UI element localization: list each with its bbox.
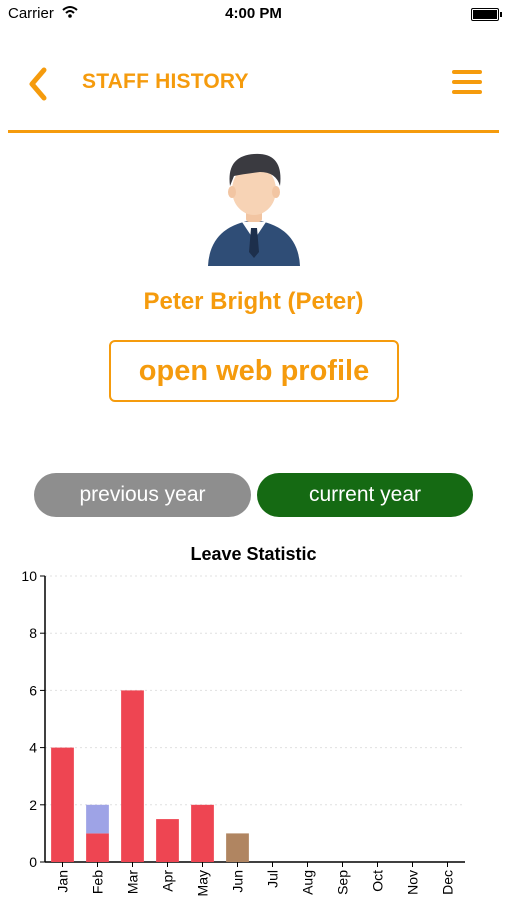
x-tick-label: Jan: [55, 870, 71, 893]
previous-year-button[interactable]: previous year: [34, 473, 251, 517]
header-divider: [8, 130, 499, 133]
open-web-profile-button[interactable]: open web profile: [109, 340, 399, 402]
x-tick-label: Dec: [440, 870, 456, 895]
x-tick-label: Feb: [90, 870, 106, 894]
staff-name: Peter Bright (Peter): [143, 288, 364, 315]
x-tick-label: Nov: [405, 870, 421, 895]
page-title: STAFF HISTORY: [82, 70, 249, 93]
x-tick-label: Sep: [335, 870, 351, 895]
status-time: 4:00 PM: [225, 5, 282, 22]
bar-feb-series-1: [86, 804, 109, 834]
y-tick-label: 10: [21, 568, 37, 584]
x-tick-label: Aug: [300, 870, 316, 895]
x-tick-label: Jul: [265, 870, 281, 888]
bar-apr-series-0: [156, 819, 179, 862]
x-tick-label: Jun: [230, 870, 246, 893]
x-tick-label: Mar: [125, 870, 141, 894]
back-chevron-icon[interactable]: [20, 64, 60, 104]
status-bar: Carrier 4:00 PM: [0, 0, 507, 30]
battery-icon: [471, 8, 502, 21]
y-tick-label: 4: [29, 740, 37, 756]
y-tick-label: 8: [29, 625, 37, 641]
y-tick-label: 0: [29, 854, 37, 870]
x-tick-label: May: [195, 870, 211, 896]
leave-statistic-chart: 0 2 4 6 8 10 Jan Feb Mar Apr May Jun Jul Aug Sep Oct Nov…: [21, 568, 465, 896]
bar-jun-series-2: [226, 833, 249, 862]
current-year-button[interactable]: current year: [257, 473, 473, 517]
x-tick-label: Apr: [160, 870, 176, 892]
avatar: [208, 153, 300, 266]
bar-feb-series-0: [86, 833, 109, 862]
bar-jan-series-0: [51, 747, 74, 862]
y-tick-label: 6: [29, 682, 37, 698]
bar-may-series-0: [191, 804, 214, 862]
x-tick-label: Oct: [370, 870, 386, 892]
bar-mar-series-0: [121, 690, 144, 862]
y-tick-label: 2: [29, 797, 37, 813]
hamburger-menu-icon[interactable]: [450, 68, 486, 98]
nav-bar: STAFF HISTORY: [0, 50, 507, 120]
